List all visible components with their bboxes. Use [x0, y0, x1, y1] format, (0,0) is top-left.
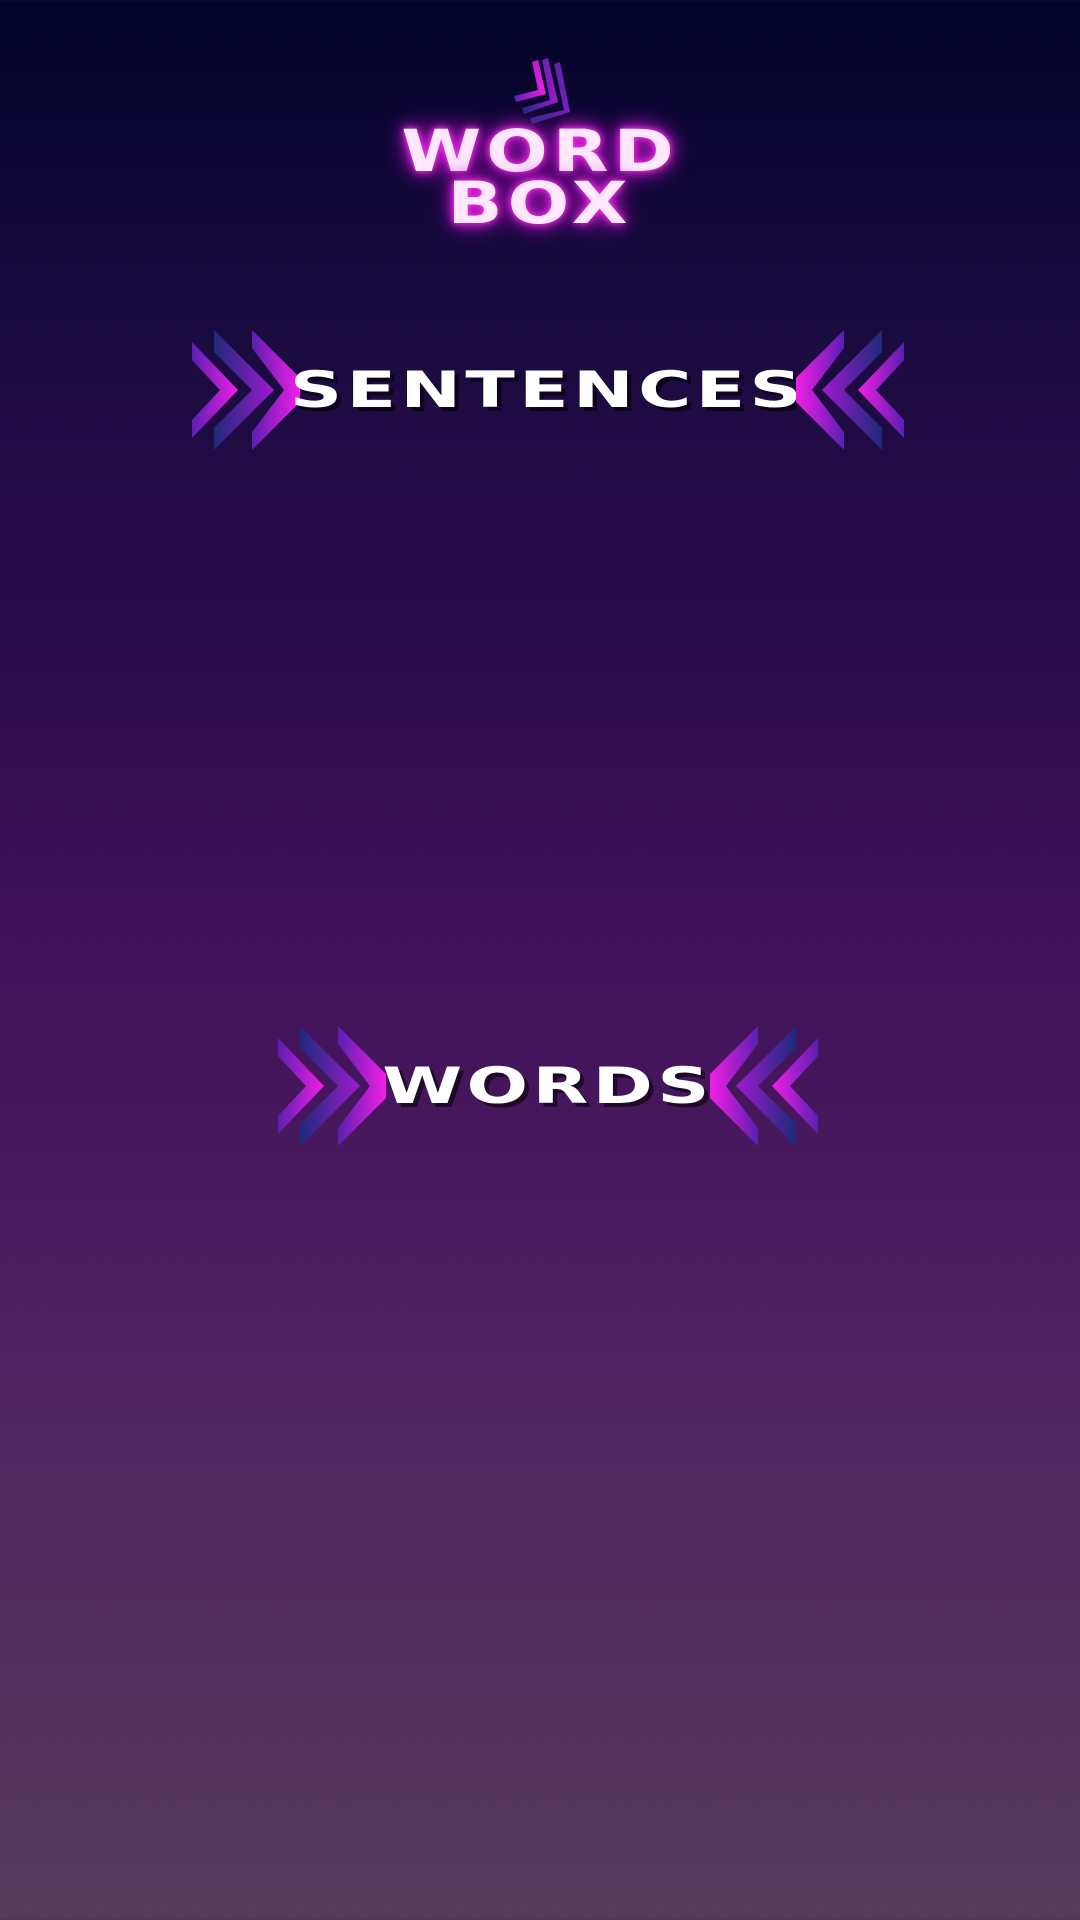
logo-title-line2: BOX	[447, 169, 633, 237]
chevrons-left-icon	[710, 1026, 818, 1146]
app-logo: WORD BOX	[0, 0, 1080, 240]
chevrons-left-icon	[796, 330, 904, 450]
sentences-button[interactable]: SENTENCES	[186, 328, 910, 452]
words-button[interactable]: WORDS	[276, 1024, 820, 1148]
triple-chevron-icon	[514, 58, 570, 124]
